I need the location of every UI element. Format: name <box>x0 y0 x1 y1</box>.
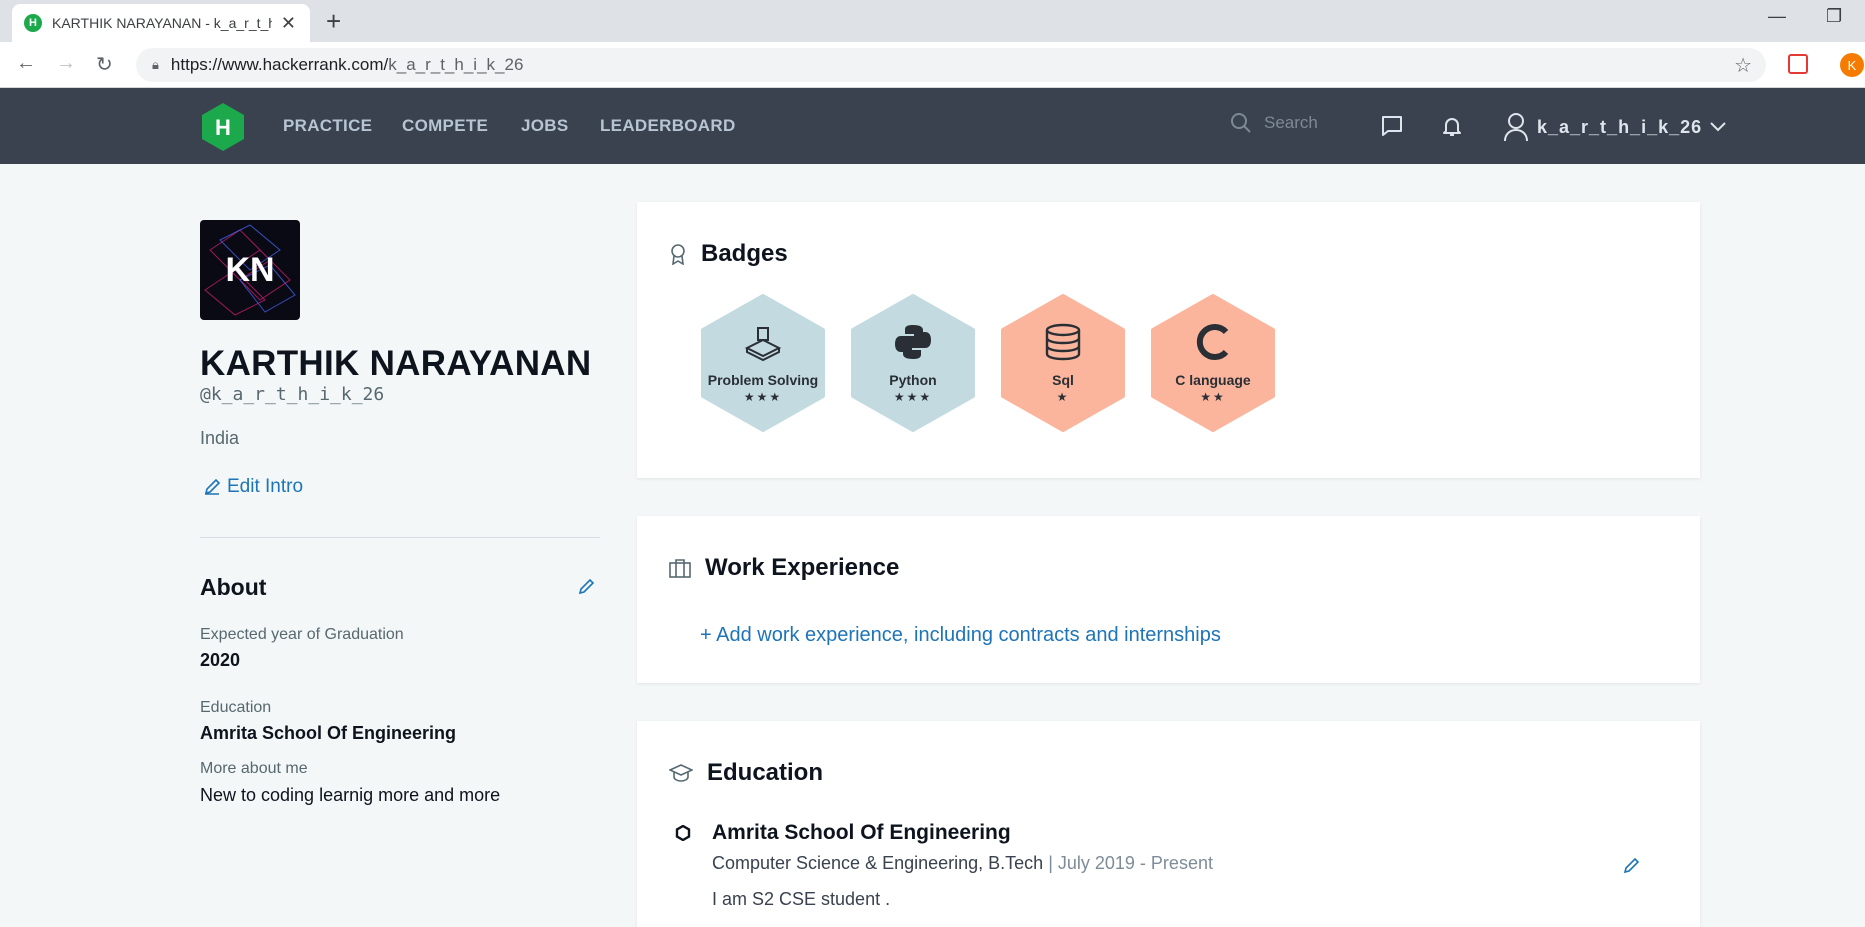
c-language-icon <box>1196 324 1229 360</box>
education-date: | July 2019 - Present <box>1048 853 1213 873</box>
badge-problem-solving[interactable]: Problem Solving ★★★ <box>700 294 826 432</box>
bookmark-star-icon[interactable]: ☆ <box>1734 53 1752 78</box>
nav-leaderboard[interactable]: LEADERBOARD <box>600 116 736 136</box>
nav-practice[interactable]: PRACTICE <box>283 116 372 136</box>
search-icon <box>1231 113 1251 133</box>
about-title: About <box>200 574 267 600</box>
school-hexagon-icon <box>675 825 691 841</box>
lock-icon: 🔒︎ <box>152 57 159 72</box>
reload-icon[interactable]: ↻ <box>96 52 113 77</box>
badge-sql[interactable]: Sql ★ <box>1000 294 1126 432</box>
user-icon <box>1504 113 1528 142</box>
python-icon <box>895 325 931 359</box>
avatar: KN <box>200 220 300 320</box>
notifications-bell-icon[interactable] <box>1440 114 1464 138</box>
browser-profile-avatar[interactable]: K <box>1840 53 1864 77</box>
tab-close-icon[interactable]: ✕ <box>281 13 296 34</box>
badges-title: Badges <box>701 240 788 267</box>
hackerrank-favicon-icon: H <box>24 14 42 32</box>
education-degree: Computer Science & Engineering, B.Tech <box>712 853 1044 873</box>
url-text: https://www.hackerrank.com/k_a_r_t_h_i_k… <box>170 55 524 74</box>
minimize-icon[interactable]: — <box>1768 6 1786 27</box>
badge-name: C language <box>1175 372 1251 388</box>
site-navbar: H PRACTICE COMPETE JOBS LEADERBOARD Sear… <box>0 88 1865 164</box>
education-description: I am S2 CSE student . <box>712 889 891 909</box>
edit-about-icon[interactable] <box>577 578 595 596</box>
problem-solving-icon <box>744 327 782 362</box>
messages-icon[interactable] <box>1380 114 1404 138</box>
badges-card: Badges Problem Solving ★★★ Python ★★★ Sq… <box>637 202 1700 478</box>
badge-stars: ★★ <box>1200 390 1226 404</box>
education-label: Education <box>200 699 272 716</box>
badge-stars: ★★★ <box>893 390 933 404</box>
add-work-experience-link[interactable]: + Add work experience, including contrac… <box>700 624 1221 647</box>
badge-name: Sql <box>1052 372 1074 388</box>
education-title: Education <box>707 759 824 786</box>
browser-tab-bar: H KARTHIK NARAYANAN - k_a_r_t_h_i_k_26 ✕… <box>0 0 1865 42</box>
badge-name: Python <box>889 372 937 388</box>
badge-stars: ★ <box>1056 390 1070 404</box>
graduation-cap-icon <box>669 764 693 782</box>
url-input[interactable]: 🔒︎ https://www.hackerrank.com/k_a_r_t_h_… <box>136 48 1766 82</box>
badge-name: Problem Solving <box>707 372 819 388</box>
badge-ribbon-icon <box>671 244 685 265</box>
edit-education-icon[interactable] <box>1622 857 1640 875</box>
tab-title: KARTHIK NARAYANAN - k_a_r_t_h_i_k_26 <box>52 15 272 31</box>
education-degree-line: Computer Science & Engineering, B.Tech |… <box>712 853 1213 874</box>
username: k_a_r_t_h_i_k_26 <box>1537 116 1703 137</box>
browser-address-bar: ← → ↻ 🔒︎ https://www.hackerrank.com/k_a_… <box>0 42 1865 88</box>
search-input[interactable]: Search <box>1230 112 1318 134</box>
badge-stars: ★★★ <box>743 390 783 404</box>
graduation-label: Expected year of Graduation <box>200 626 404 643</box>
nav-compete[interactable]: COMPETE <box>402 116 488 136</box>
back-icon[interactable]: ← <box>16 52 36 75</box>
more-about-label: More about me <box>200 760 308 777</box>
badge-python[interactable]: Python ★★★ <box>850 294 976 432</box>
work-experience-title: Work Experience <box>705 554 900 581</box>
pencil-icon <box>204 478 221 495</box>
search-placeholder: Search <box>1264 113 1318 132</box>
avatar-initials: KN <box>225 250 275 289</box>
nav-jobs[interactable]: JOBS <box>521 116 569 136</box>
education-value: Amrita School Of Engineering <box>200 723 457 743</box>
profile-name: KARTHIK NARAYANAN <box>200 344 592 383</box>
svg-text:H: H <box>215 115 231 140</box>
graduation-value: 2020 <box>200 650 241 670</box>
edit-intro-button[interactable]: Edit Intro <box>203 476 303 498</box>
education-card: Education Amrita School Of Engineering C… <box>637 721 1700 927</box>
work-experience-card: Work Experience + Add work experience, i… <box>637 516 1700 683</box>
extension-icon[interactable] <box>1788 54 1808 74</box>
database-icon <box>1045 323 1081 361</box>
user-menu[interactable]: k_a_r_t_h_i_k_26 <box>1503 112 1734 142</box>
briefcase-icon <box>669 559 691 578</box>
profile-country: India <box>200 428 240 448</box>
more-about-value: New to coding learnig more and more <box>200 785 501 805</box>
forward-icon[interactable]: → <box>56 52 76 75</box>
profile-handle: @k_a_r_t_h_i_k_26 <box>200 384 385 405</box>
edit-intro-label: Edit Intro <box>227 476 304 497</box>
badge-c-language[interactable]: C language ★★ <box>1150 294 1276 432</box>
education-school: Amrita School Of Engineering <box>712 821 1011 844</box>
divider <box>200 537 600 538</box>
hackerrank-logo-icon[interactable]: H <box>200 102 246 152</box>
restore-icon[interactable]: ❐ <box>1826 6 1842 27</box>
browser-tab[interactable]: H KARTHIK NARAYANAN - k_a_r_t_h_i_k_26 ✕ <box>12 4 310 42</box>
chevron-down-icon <box>1710 122 1726 132</box>
new-tab-icon[interactable]: + <box>326 6 341 37</box>
